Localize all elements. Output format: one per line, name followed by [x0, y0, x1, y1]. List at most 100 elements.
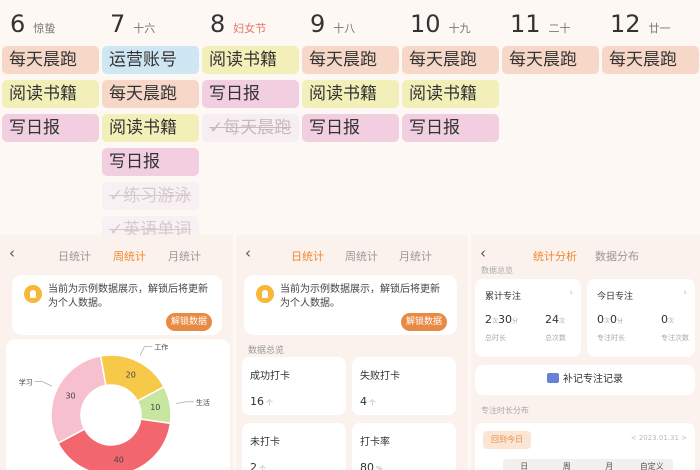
day-column: 12 廿一 每天晨跑 — [600, 0, 699, 235]
calendar-week: 6 惊蛰 每天晨跑 阅读书籍 写日报 7 十六 运营账号 每天晨跑 阅读书籍 写日报 ✓练习游泳 ✓英语… — [0, 0, 700, 235]
habit-event[interactable]: 阅读书籍 — [402, 80, 499, 108]
calendar-icon — [547, 373, 559, 383]
stat-value: 2个 — [250, 461, 266, 470]
habit-event[interactable]: 每天晨跑 — [102, 80, 199, 108]
stat-title: 失败打卡 — [360, 371, 400, 382]
segment-day[interactable]: 日 — [503, 459, 546, 470]
habit-event[interactable]: 阅读书籍 — [202, 46, 299, 74]
habit-event[interactable]: 写日报 — [402, 114, 499, 142]
stat-failed: 失败打卡 4个 — [352, 357, 456, 415]
slice-value-label: 10 — [150, 403, 160, 412]
lunar-label: 二十 — [548, 22, 571, 35]
range-segmented-control: 日 周 月 自定义 — [503, 459, 673, 470]
tab-distribution[interactable]: 数据分布 — [595, 248, 639, 264]
date-navigator[interactable]: < 2023.01.31 > — [631, 434, 687, 442]
habit-event[interactable]: 每天晨跑 — [502, 46, 599, 74]
sample-notice: 当前为示例数据展示，解锁后将更新为个人数据。 解锁数据 — [244, 275, 457, 335]
distribution-card: 回到今日 < 2023.01.31 > 日 周 月 自定义 — [475, 423, 695, 470]
day-column: 11 二十每天晨跑 — [500, 0, 599, 235]
chevron-right-icon: › — [569, 288, 573, 298]
segment-month[interactable]: 月 — [588, 459, 631, 470]
segment-custom[interactable]: 自定义 — [631, 459, 674, 470]
habit-event[interactable]: 阅读书籍 — [102, 114, 199, 142]
add-focus-record-button[interactable]: 补记专注记录 — [475, 365, 695, 395]
habit-event[interactable]: ✓英语单词 — [102, 216, 199, 235]
total-duration: 2次30分 — [485, 313, 519, 326]
section-title: 数据总览 — [481, 266, 513, 275]
day-header[interactable]: 10 十九 — [400, 0, 498, 46]
notice-text: 当前为示例数据展示，解锁后将更新为个人数据。 — [280, 284, 440, 309]
button-label: 补记专注记录 — [563, 374, 623, 385]
lunar-label: 惊蛰 — [33, 22, 56, 35]
focus-analysis-panel: ‹ 统计分析 数据分布 数据总览 累计专注 › 2次30分 24次 总时长 总次… — [471, 235, 700, 470]
stat-unchecked: 未打卡 2个 — [242, 423, 346, 470]
stat-title: 打卡率 — [360, 437, 390, 448]
day-column: 10 十九每天晨跑阅读书籍写日报 — [400, 0, 499, 235]
day-header[interactable]: 12 廿一 — [600, 0, 698, 46]
day-number: 9 — [310, 10, 326, 38]
day-header[interactable]: 8 妇女节 — [200, 0, 298, 46]
tab-analysis[interactable]: 统计分析 — [533, 248, 577, 264]
lightbulb-icon — [24, 285, 42, 303]
habit-event[interactable]: 每天晨跑 — [402, 46, 499, 74]
habit-event[interactable]: 每天晨跑 — [602, 46, 699, 74]
day-number: 10 — [410, 10, 441, 38]
unlock-data-button[interactable]: 解锁数据 — [401, 313, 447, 331]
label-leader-line — [34, 381, 52, 387]
day-column: 7 十六 运营账号每天晨跑阅读书籍写日报 ✓练习游泳 ✓英语单词 — [100, 0, 199, 235]
habit-event[interactable]: 每天晨跑 — [2, 46, 99, 74]
day-number: 7 — [110, 10, 126, 38]
card-title: 今日专注 — [597, 292, 634, 302]
day-column: 6 惊蛰 每天晨跑阅读书籍写日报 — [0, 0, 99, 235]
habit-event[interactable]: 运营账号 — [102, 46, 199, 74]
lunar-label: 廿一 — [648, 22, 671, 35]
habit-event[interactable]: ✓每天晨跑 — [202, 114, 299, 142]
tab-day[interactable]: 日统计 — [58, 248, 91, 264]
back-icon[interactable]: ‹ — [9, 244, 15, 262]
label-leader-line — [175, 401, 194, 404]
stat-title: 未打卡 — [250, 437, 280, 448]
back-icon[interactable]: ‹ — [245, 244, 251, 262]
donut-slice[interactable] — [50, 355, 107, 445]
slice-category-label: 学习 — [19, 378, 33, 387]
slice-value-label: 30 — [65, 391, 75, 400]
sub-label: 总时长 — [485, 334, 506, 342]
habit-event[interactable]: 写日报 — [102, 148, 199, 176]
label-leader-line — [139, 346, 153, 356]
stats-panel-pie: ‹ 日统计 周统计 月统计 当前为示例数据展示，解锁后将更新为个人数据。 解锁数… — [0, 235, 233, 470]
tab-week[interactable]: 周统计 — [113, 248, 146, 264]
day-header[interactable]: 11 二十 — [500, 0, 598, 46]
chevron-right-icon: › — [683, 288, 687, 298]
habit-event[interactable]: 阅读书籍 — [302, 80, 399, 108]
tab-bar: ‹ 日统计 周统计 月统计 — [236, 235, 468, 273]
day-header[interactable]: 7 十六 — [100, 0, 198, 46]
tab-week[interactable]: 周统计 — [345, 248, 378, 264]
stat-value: 4个 — [360, 395, 376, 408]
habit-event[interactable]: 写日报 — [202, 80, 299, 108]
card-title: 累计专注 — [485, 292, 522, 302]
back-icon[interactable]: ‹ — [480, 244, 486, 262]
section-title: 数据总览 — [248, 346, 285, 356]
habit-event[interactable]: 每天晨跑 — [302, 46, 399, 74]
day-header[interactable]: 6 惊蛰 — [0, 0, 98, 46]
slice-category-label: 生活 — [196, 398, 210, 407]
tab-month[interactable]: 月统计 — [168, 248, 201, 264]
unlock-data-button[interactable]: 解锁数据 — [166, 313, 212, 331]
tab-day[interactable]: 日统计 — [291, 248, 324, 264]
stat-value: 80% — [360, 461, 383, 470]
back-to-today-button[interactable]: 回到今日 — [483, 431, 531, 449]
total-focus-card[interactable]: 累计专注 › 2次30分 24次 总时长 总次数 — [475, 279, 581, 357]
segment-week[interactable]: 周 — [546, 459, 589, 470]
notice-text: 当前为示例数据展示，解锁后将更新为个人数据。 — [48, 284, 208, 309]
tab-month[interactable]: 月统计 — [399, 248, 432, 264]
lunar-label: 十九 — [448, 22, 471, 35]
day-number: 11 — [510, 10, 541, 38]
day-header[interactable]: 9 十八 — [300, 0, 398, 46]
habit-event[interactable]: ✓练习游泳 — [102, 182, 199, 210]
section-title: 专注时长分布 — [481, 406, 529, 415]
habit-event[interactable]: 写日报 — [2, 114, 99, 142]
today-focus-card[interactable]: 今日专注 › 0次0分 0次 专注时长 专注次数 — [587, 279, 695, 357]
sample-notice: 当前为示例数据展示，解锁后将更新为个人数据。 解锁数据 — [12, 275, 222, 335]
habit-event[interactable]: 阅读书籍 — [2, 80, 99, 108]
habit-event[interactable]: 写日报 — [302, 114, 399, 142]
